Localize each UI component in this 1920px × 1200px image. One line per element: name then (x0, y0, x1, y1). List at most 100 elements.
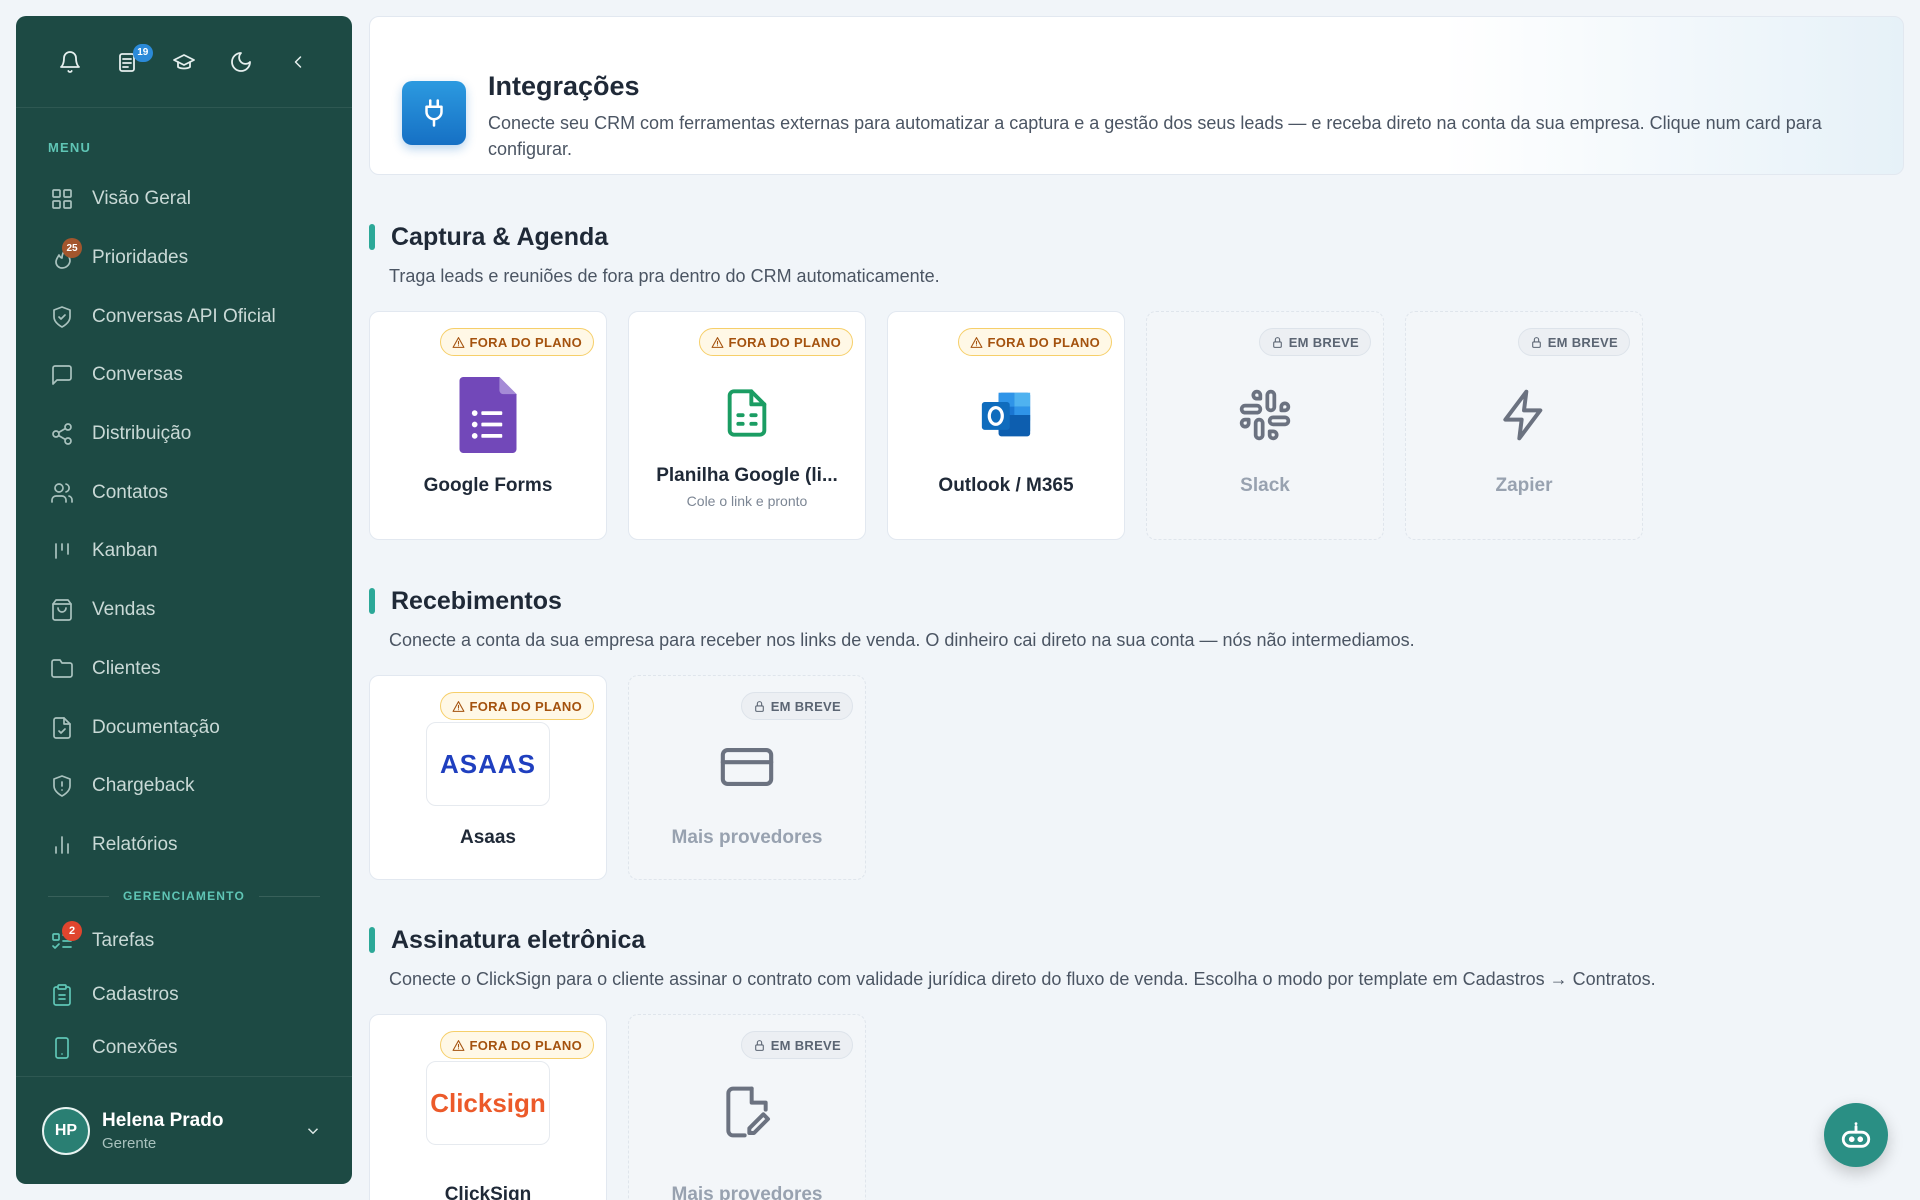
status-badge: EM BREVE (1258, 328, 1371, 356)
bell-icon[interactable] (42, 42, 99, 82)
warning-icon (452, 336, 464, 348)
kanban-icon (48, 537, 76, 565)
status-badge: FORA DO PLANO (957, 328, 1112, 356)
section-recebimentos: Recebimentos Conecte a conta da sua empr… (369, 586, 1415, 880)
assistant-bot-button[interactable] (1824, 1103, 1888, 1167)
sidebar-item-documentacao[interactable]: Documentação (16, 698, 352, 757)
section-accent-bar (369, 927, 375, 953)
card-name: Google Forms (423, 475, 553, 496)
google-forms-logo-icon (447, 374, 529, 456)
credit-card-icon (706, 726, 788, 808)
folder-icon (48, 655, 76, 683)
warning-icon (452, 700, 464, 712)
card-name: Slack (1240, 475, 1290, 496)
integration-card-asaas[interactable]: FORA DO PLANO ASAAS Asaas (369, 675, 607, 880)
sidebar-item-relatorios[interactable]: Relatórios (16, 816, 352, 875)
sidebar-item-vendas[interactable]: Vendas (16, 581, 352, 640)
spreadsheet-icon (706, 372, 788, 454)
integration-card-clicksign[interactable]: FORA DO PLANO Clicksign ClickSign (369, 1014, 607, 1200)
share-icon (48, 420, 76, 448)
user-role: Gerente (102, 1134, 157, 1152)
sidebar-item-label: Tarefas (92, 930, 155, 951)
sidebar-item-chargeback[interactable]: Chargeback (16, 757, 352, 816)
outlook-logo-icon (965, 374, 1047, 456)
sidebar-item-prioridades[interactable]: 25 Prioridades (16, 229, 352, 288)
card-name: Outlook / M365 (938, 475, 1074, 496)
sidebar-item-label: Documentação (92, 716, 220, 738)
manage-label: GERENCIAMENTO (122, 889, 246, 904)
section-assinatura-eletronica: Assinatura eletrônica Conecte o ClickSig… (369, 925, 1656, 1200)
sidebar-item-clientes[interactable]: Clientes (16, 640, 352, 699)
user-menu[interactable]: HP Helena Prado Gerente (16, 1076, 352, 1184)
sidebar-item-label: Conversas API Oficial (92, 305, 276, 327)
file-check-icon (48, 714, 76, 742)
news-icon[interactable]: 19 (99, 42, 156, 82)
section-description: Conecte o ClickSign para o cliente assin… (389, 969, 1656, 989)
sidebar-item-label: Contatos (92, 481, 169, 503)
integration-card-mais-provedores[interactable]: EM BREVE Mais provedores (628, 1014, 866, 1200)
lightning-icon (1483, 374, 1565, 456)
sidebar-item-contatos[interactable]: Contatos (16, 463, 352, 522)
status-badge: EM BREVE (740, 1031, 853, 1059)
priority-badge: 25 (62, 238, 82, 259)
card-name: Mais provedores (671, 827, 823, 848)
manage-nav: 2 Tarefas Cadastros Conexões (16, 914, 352, 1075)
shopping-bag-icon (48, 596, 76, 624)
sidebar-item-label: Conexões (92, 1037, 178, 1058)
page-title: Integrações (488, 71, 640, 101)
fire-icon: 25 (48, 238, 82, 272)
sidebar-item-label: Distribuição (92, 423, 192, 445)
integration-card-google-forms[interactable]: FORA DO PLANO Google Forms (369, 311, 607, 540)
plug-icon (402, 81, 466, 145)
integration-card-planilha-google[interactable]: FORA DO PLANO Planilha Google (li... Col… (628, 311, 866, 540)
card-name: Asaas (460, 827, 516, 848)
integration-card-outlook[interactable]: FORA DO PLANO Outlook / M365 (887, 311, 1125, 540)
chevron-left-icon[interactable] (269, 42, 326, 82)
status-badge: FORA DO PLANO (439, 328, 594, 356)
bar-chart-icon (48, 831, 76, 859)
status-badge: FORA DO PLANO (439, 1031, 594, 1059)
sidebar-item-tarefas[interactable]: 2 Tarefas (16, 914, 352, 968)
chat-icon (48, 361, 76, 389)
sidebar-item-conversas[interactable]: Conversas (16, 346, 352, 405)
sidebar-item-kanban[interactable]: Kanban (16, 522, 352, 581)
sidebar-item-label: Relatórios (92, 833, 178, 855)
sidebar: 19 MENU Visão Geral 25 Prioridades Conve… (16, 16, 352, 1184)
lock-icon (754, 1039, 764, 1051)
integration-card-zapier[interactable]: EM BREVE Zapier (1405, 311, 1643, 540)
shield-alert-icon (48, 772, 76, 800)
sidebar-item-label: Conversas (92, 364, 183, 386)
sidebar-item-distribuicao[interactable]: Distribuição (16, 405, 352, 464)
manage-divider: GERENCIAMENTO (16, 878, 352, 914)
user-name: Helena Prado (102, 1109, 224, 1131)
sidebar-toolbar: 19 (16, 16, 352, 108)
card-name: Planilha Google (li... (656, 465, 838, 486)
integration-card-mais-provedores[interactable]: EM BREVE Mais provedores (628, 675, 866, 880)
sidebar-item-label: Visão Geral (92, 188, 191, 210)
sidebar-item-visao-geral[interactable]: Visão Geral (16, 170, 352, 229)
status-badge: FORA DO PLANO (698, 328, 853, 356)
sidebar-item-cadastros[interactable]: Cadastros (16, 968, 352, 1022)
status-badge: FORA DO PLANO (439, 692, 594, 720)
graduation-cap-icon[interactable] (156, 42, 213, 82)
clipboard-icon (48, 981, 76, 1009)
moon-icon[interactable] (212, 42, 269, 82)
shield-check-icon (48, 303, 76, 331)
status-badge: EM BREVE (1517, 328, 1630, 356)
integration-card-slack[interactable]: EM BREVE Slack (1146, 311, 1384, 540)
section-title: Recebimentos (391, 586, 562, 615)
card-subtitle: Cole o link e pronto (686, 493, 808, 509)
asaas-logo: ASAAS (426, 722, 550, 806)
lock-icon (1531, 336, 1541, 348)
section-title: Captura & Agenda (391, 222, 609, 251)
sidebar-item-conversas-api-oficial[interactable]: Conversas API Oficial (16, 287, 352, 346)
warning-icon (970, 336, 982, 348)
tasks-icon: 2 (48, 921, 82, 955)
file-signature-icon (706, 1071, 788, 1153)
chevron-down-icon[interactable] (300, 1118, 326, 1144)
dashboard-icon (48, 185, 76, 213)
section-title: Assinatura eletrônica (391, 925, 646, 954)
page-header: Integrações Conecte seu CRM com ferramen… (369, 16, 1904, 175)
sidebar-item-conexoes[interactable]: Conexões (16, 1021, 352, 1075)
lock-icon (1272, 336, 1282, 348)
